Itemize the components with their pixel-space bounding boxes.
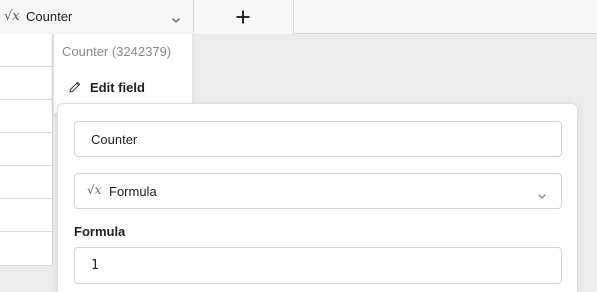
row-divider xyxy=(0,99,53,100)
row-divider xyxy=(0,66,53,67)
grid-row-cells xyxy=(0,34,53,266)
plus-icon xyxy=(235,9,251,30)
formula-icon: √x xyxy=(87,183,102,197)
field-type-select[interactable]: √x Formula xyxy=(74,173,562,209)
chevron-down-icon[interactable] xyxy=(171,12,181,30)
formula-label: Formula xyxy=(74,224,126,239)
row-divider xyxy=(0,165,53,166)
row-divider xyxy=(0,198,53,199)
grid-header-row: √x Counter xyxy=(0,0,597,34)
edit-field-label: Edit field xyxy=(90,80,145,95)
edit-field-panel: √x Formula Formula xyxy=(57,103,578,292)
formula-input[interactable] xyxy=(74,247,562,284)
field-header-counter[interactable]: √x Counter xyxy=(0,0,194,34)
chevron-down-icon xyxy=(537,188,547,206)
grid-view: √x Counter Counter (3242379) Edit field xyxy=(0,0,597,292)
edit-field-menu-item[interactable]: Edit field xyxy=(54,74,193,102)
pencil-icon xyxy=(68,80,82,99)
field-header-name: Counter xyxy=(26,9,73,24)
row-divider xyxy=(0,231,53,232)
add-field-button[interactable] xyxy=(194,0,294,34)
field-context-menu: Counter (3242379) Edit field xyxy=(53,34,193,114)
formula-icon: √x xyxy=(4,9,20,24)
context-menu-title: Counter (3242379) xyxy=(62,44,172,59)
field-name-input[interactable] xyxy=(74,121,562,157)
row-divider xyxy=(0,265,53,266)
field-type-label: Formula xyxy=(109,184,157,199)
row-divider xyxy=(0,132,53,133)
